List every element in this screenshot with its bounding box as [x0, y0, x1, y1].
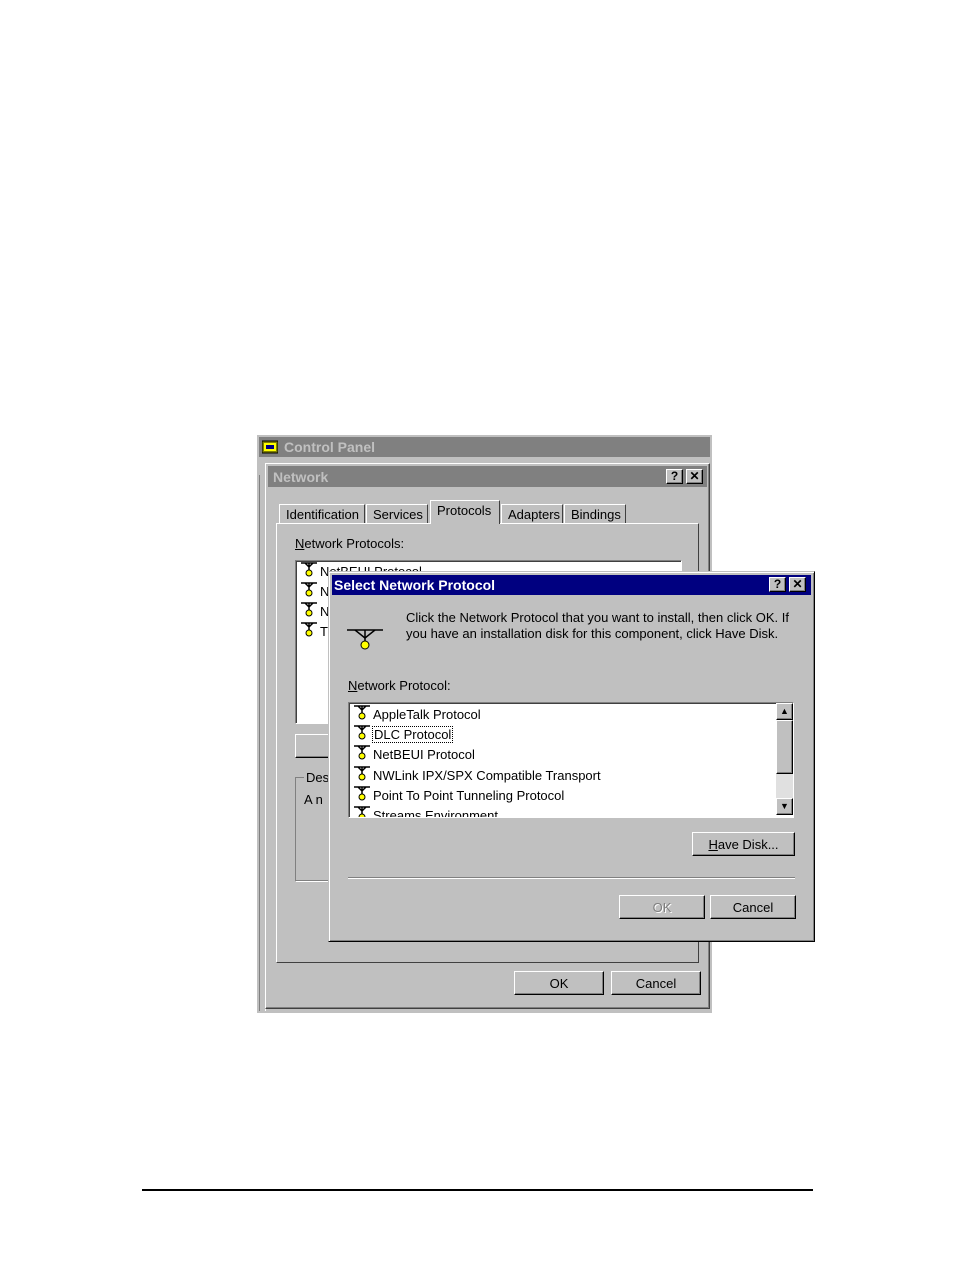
scroll-down-button[interactable]: ▼	[776, 798, 793, 815]
page-footer-rule	[142, 1189, 813, 1191]
list-item-dlc[interactable]: DLC Protocol	[353, 724, 454, 746]
help-icon: ?	[773, 577, 782, 591]
network-protocol-icon	[300, 621, 320, 643]
select-protocol-titlebar[interactable]: Select Network Protocol ? ✕	[332, 575, 811, 595]
network-cancel-button[interactable]: Cancel	[611, 971, 701, 995]
tab-protocols[interactable]: Protocols	[430, 500, 500, 524]
network-titlebar[interactable]: Network ? ✕	[268, 466, 707, 487]
network-ok-button[interactable]: OK	[514, 971, 604, 995]
scroll-up-button[interactable]: ▲	[776, 703, 793, 720]
list-item-appletalk[interactable]: AppleTalk Protocol	[353, 704, 481, 724]
close-icon: ✕	[792, 577, 803, 591]
control-panel-title: Control Panel	[284, 439, 376, 455]
description-text: A n	[304, 792, 323, 807]
network-protocol-icon	[300, 561, 320, 583]
control-panel-titlebar[interactable]: Control Panel	[259, 437, 710, 457]
list-item[interactable]: N	[300, 581, 329, 601]
network-title: Network	[273, 469, 329, 485]
list-item[interactable]: N	[300, 601, 329, 621]
network-protocols-label: Network Protocols:	[295, 536, 405, 551]
select-protocol-ok-button[interactable]: OK	[619, 895, 705, 919]
scroll-up-icon: ▲	[780, 706, 789, 716]
network-protocol-label: Network Protocol:	[348, 678, 451, 693]
scroll-down-icon: ▼	[780, 801, 789, 811]
network-protocol-icon	[353, 744, 373, 766]
tab-adapters[interactable]: Adapters	[501, 504, 563, 524]
network-help-button[interactable]: ?	[666, 469, 683, 484]
control-panel-icon	[261, 440, 279, 454]
tab-services[interactable]: Services	[366, 504, 428, 524]
network-protocol-list[interactable]: AppleTalk Protocol DLC Protocol NetBEUI …	[348, 702, 794, 818]
select-network-protocol-dialog: Select Network Protocol ? ✕ Click the Ne…	[328, 571, 815, 942]
select-protocol-instruction: Click the Network Protocol that you want…	[406, 610, 789, 641]
have-disk-button[interactable]: Have Disk...	[692, 832, 795, 856]
list-item[interactable]: T	[300, 621, 328, 641]
network-protocol-icon	[300, 581, 320, 603]
dialog-separator	[348, 877, 795, 879]
network-protocol-icon	[353, 704, 373, 726]
tab-identification[interactable]: Identification	[279, 504, 365, 524]
network-protocol-icon	[345, 624, 385, 652]
list-item-streams[interactable]: Streams Environment	[353, 805, 498, 817]
list-item-netbeui[interactable]: NetBEUI Protocol	[353, 744, 475, 764]
tab-bindings[interactable]: Bindings	[564, 504, 626, 524]
network-tabs: Identification Services Protocols Adapte…	[279, 500, 699, 524]
protocol-list-scrollbar[interactable]: ▲ ▼	[776, 703, 793, 815]
select-protocol-cancel-button[interactable]: Cancel	[710, 895, 796, 919]
scroll-thumb[interactable]	[776, 720, 793, 774]
network-protocol-icon	[353, 805, 373, 817]
select-protocol-title: Select Network Protocol	[334, 577, 496, 593]
network-protocol-icon	[300, 601, 320, 623]
close-icon: ✕	[689, 469, 700, 483]
select-protocol-close-button[interactable]: ✕	[789, 577, 806, 592]
network-protocol-icon	[353, 785, 373, 807]
help-icon: ?	[670, 469, 679, 483]
list-item-nwlink[interactable]: NWLink IPX/SPX Compatible Transport	[353, 765, 601, 785]
network-protocol-icon	[353, 724, 373, 746]
list-item-pptp[interactable]: Point To Point Tunneling Protocol	[353, 785, 564, 805]
network-close-button[interactable]: ✕	[686, 469, 703, 484]
select-protocol-help-button[interactable]: ?	[769, 577, 786, 592]
network-protocol-icon	[353, 765, 373, 787]
